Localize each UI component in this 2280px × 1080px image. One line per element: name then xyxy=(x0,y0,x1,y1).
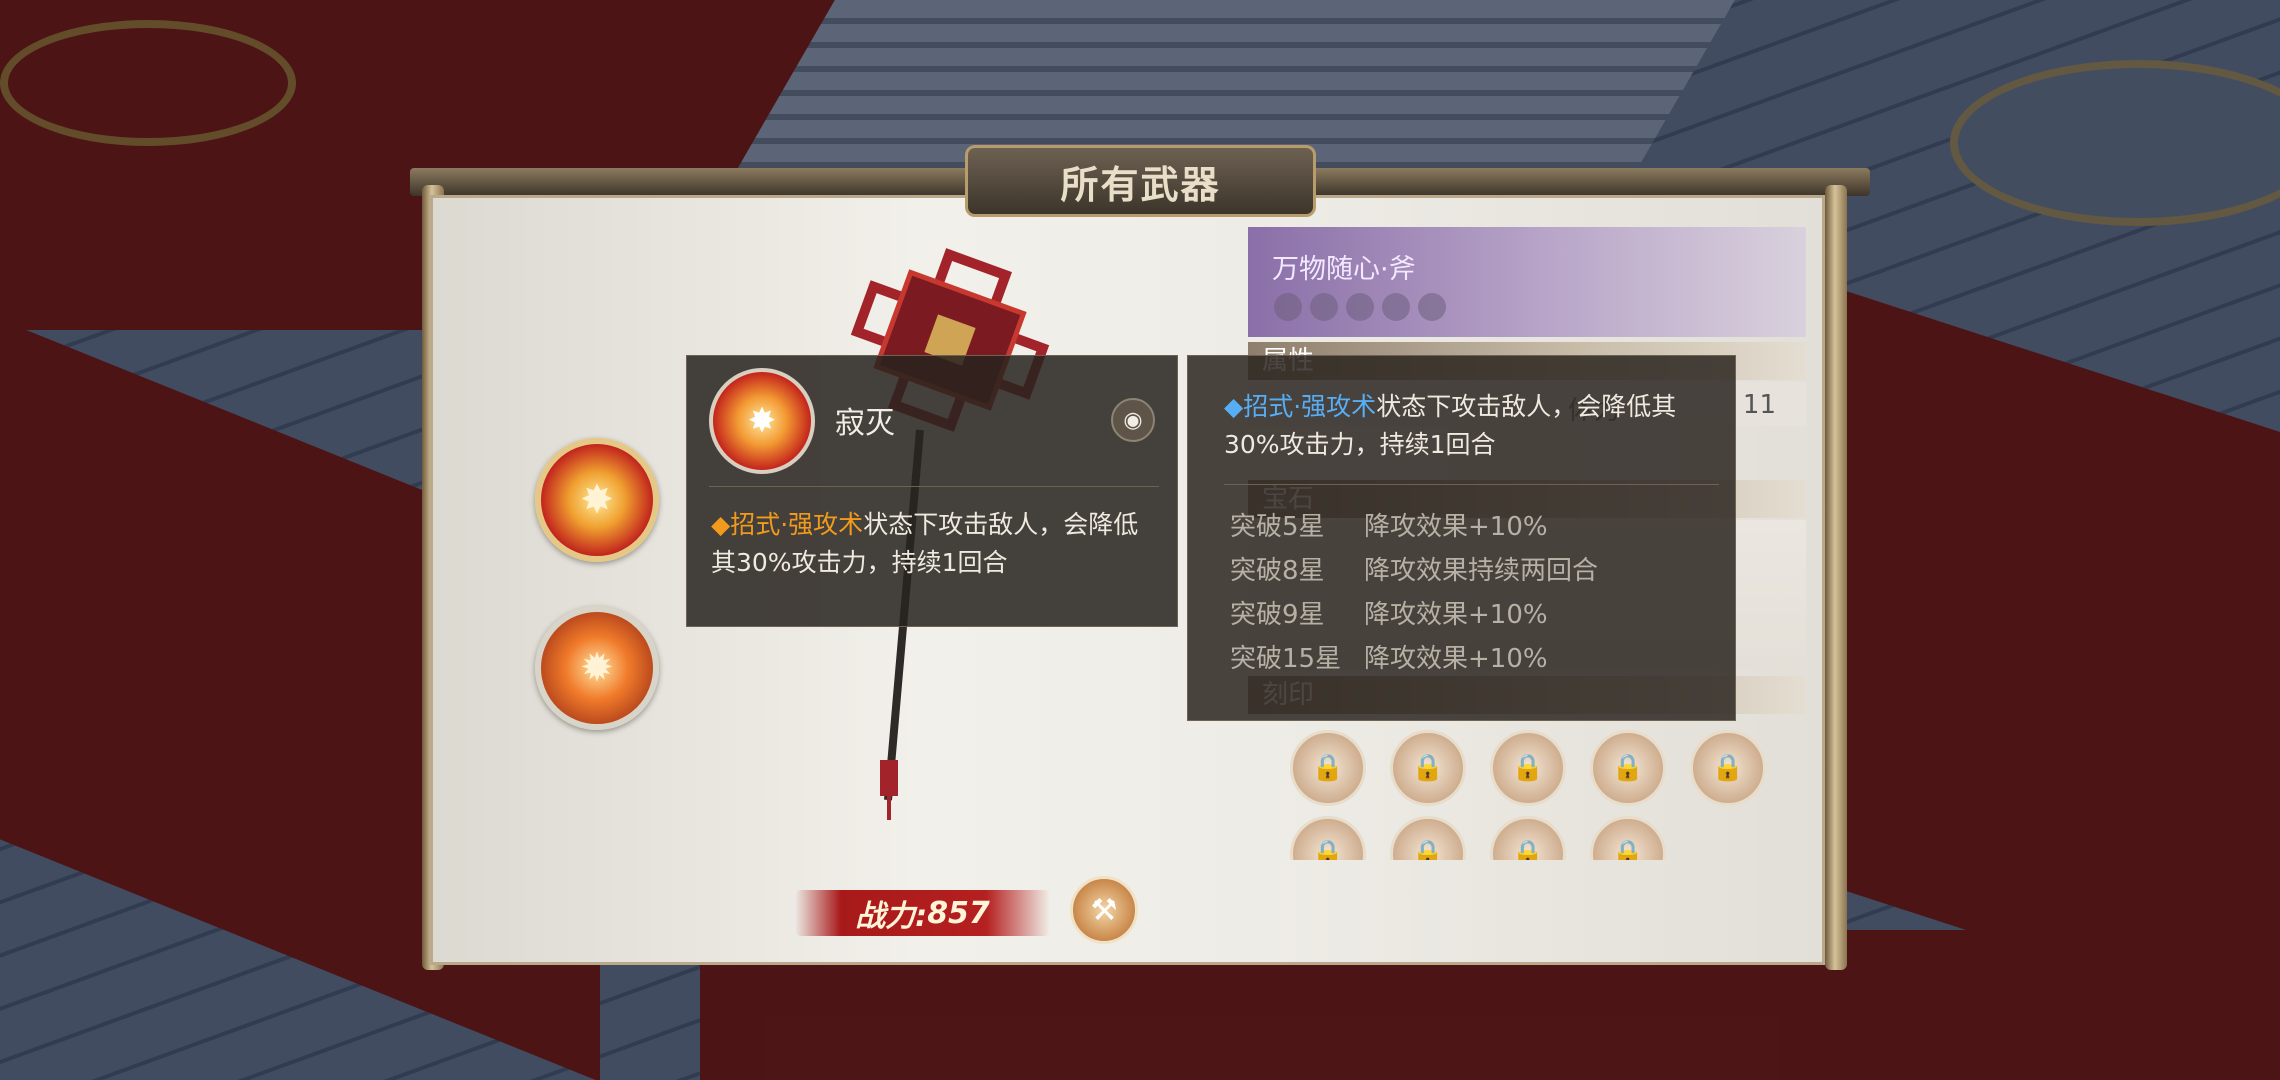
divider xyxy=(709,486,1159,487)
breakthrough-star: 突破15星 xyxy=(1230,643,1342,674)
weapon-name: 万物随心·斧 xyxy=(1272,254,1416,285)
seal-slot[interactable]: 🔒 xyxy=(1590,816,1666,860)
breakthrough-star: 突破8星 xyxy=(1230,555,1325,586)
spear-fan-icon: ✹ xyxy=(580,645,614,691)
lock-icon: 🔒 xyxy=(1611,839,1645,860)
scroll-rod-right xyxy=(1825,185,1847,970)
star-slot xyxy=(1310,293,1338,321)
star-slot xyxy=(1346,293,1374,321)
preview-eye-button[interactable]: ◉ xyxy=(1111,398,1155,442)
breakthrough-effect: 降攻效果持续两回合 xyxy=(1364,555,1599,586)
skill-slot-2[interactable]: ✹ xyxy=(535,606,659,730)
breakthrough-list: 突破5星 降攻效果+10% 突破8星 降攻效果持续两回合 突破9星 降攻效果+1… xyxy=(1230,502,1598,678)
breakthrough-row: 突破9星 降攻效果+10% xyxy=(1230,590,1598,634)
seal-grid: 🔒 🔒 🔒 🔒 🔒 🔒 🔒 🔒 🔒 xyxy=(1290,730,1790,860)
burst-strike-icon: ✸ xyxy=(709,368,815,474)
combat-power-label: 战力: xyxy=(855,899,928,934)
skill-description: ◆招式·强攻术状态下攻击敌人，会降低其30%攻击力，持续1回合 xyxy=(711,506,1161,582)
weapon-info-header: 万物随心·斧 xyxy=(1248,227,1806,337)
seal-slot[interactable]: 🔒 xyxy=(1390,816,1466,860)
hammer-icon: ⚒ xyxy=(1090,892,1118,928)
star-slot xyxy=(1382,293,1410,321)
seal-slot[interactable]: 🔒 xyxy=(1490,816,1566,860)
burst-strike-icon: ✸ xyxy=(580,477,614,523)
combat-power: 战力: 857 xyxy=(795,890,1050,936)
panel-title: 所有武器 xyxy=(965,145,1316,217)
breakthrough-row: 突破15星 降攻效果+10% xyxy=(1230,634,1598,678)
skill-tooltip: ✸ 寂灭 ◉ ◆招式·强攻术状态下攻击敌人，会降低其30%攻击力，持续1回合 xyxy=(686,355,1178,627)
breakthrough-star: 突破9星 xyxy=(1230,599,1325,630)
star-rating xyxy=(1274,293,1446,321)
lock-icon: 🔒 xyxy=(1711,753,1745,783)
attribute-value: 11 xyxy=(1742,390,1776,420)
lock-icon: 🔒 xyxy=(1411,839,1445,860)
eye-icon: ◉ xyxy=(1123,407,1143,433)
skill-slot-1[interactable]: ✸ xyxy=(535,438,659,562)
breakthrough-effect: 降攻效果+10% xyxy=(1364,511,1548,542)
divider xyxy=(1224,484,1719,485)
lock-icon: 🔒 xyxy=(1511,839,1545,860)
skill-keyword: ◆招式·强攻术 xyxy=(711,510,864,539)
lock-icon: 🔒 xyxy=(1411,753,1445,783)
breakthrough-star: 突破5星 xyxy=(1230,511,1325,542)
breakthrough-row: 突破8星 降攻效果持续两回合 xyxy=(1230,546,1598,590)
breakthrough-effect: 降攻效果+10% xyxy=(1364,599,1548,630)
skill-title: 寂灭 xyxy=(835,406,895,441)
star-slot xyxy=(1418,293,1446,321)
seal-slot[interactable]: 🔒 xyxy=(1490,730,1566,806)
lock-icon: 🔒 xyxy=(1611,753,1645,783)
seal-slot[interactable]: 🔒 xyxy=(1290,816,1366,860)
breakthrough-row: 突破5星 降攻效果+10% xyxy=(1230,502,1598,546)
breakthrough-tooltip: ◆招式·强攻术状态下攻击敌人，会降低其30%攻击力，持续1回合 突破5星 降攻效… xyxy=(1187,355,1736,721)
combat-power-value: 857 xyxy=(927,895,990,931)
seal-slot[interactable]: 🔒 xyxy=(1690,730,1766,806)
lock-icon: 🔒 xyxy=(1511,753,1545,783)
seal-slot[interactable]: 🔒 xyxy=(1590,730,1666,806)
star-slot xyxy=(1274,293,1302,321)
breakthrough-effect: 降攻效果+10% xyxy=(1364,643,1548,674)
skill-keyword: ◆招式·强攻术 xyxy=(1224,392,1377,421)
seal-slot[interactable]: 🔒 xyxy=(1290,730,1366,806)
lock-icon: 🔒 xyxy=(1311,753,1345,783)
lock-icon: 🔒 xyxy=(1311,839,1345,860)
forge-button[interactable]: ⚒ xyxy=(1070,876,1138,944)
seal-slot[interactable]: 🔒 xyxy=(1390,730,1466,806)
breakthrough-description: ◆招式·强攻术状态下攻击敌人，会降低其30%攻击力，持续1回合 xyxy=(1224,388,1714,464)
